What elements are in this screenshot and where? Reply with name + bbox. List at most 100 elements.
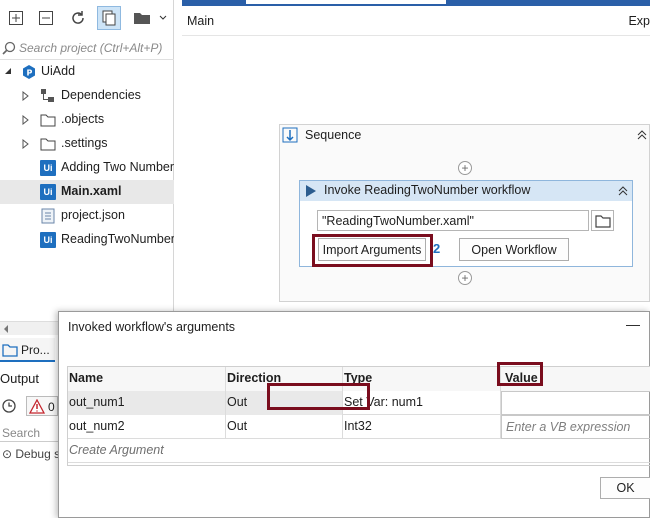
tab-project-label: Pro... [21, 343, 50, 357]
debug-line-text: Debug s [15, 447, 61, 461]
sequence-header: Sequence [280, 125, 649, 147]
json-file-icon [40, 208, 56, 224]
cell-text: out_num1 [69, 395, 125, 409]
create-argument-link[interactable]: Create Argument [69, 443, 164, 457]
output-toolbar: 0 [0, 396, 58, 418]
output-search-input[interactable]: Search [0, 426, 58, 442]
collapsed-arrow-icon[interactable] [22, 139, 30, 149]
column-header-label: Name [69, 371, 104, 385]
show-all-files-icon[interactable] [97, 6, 121, 30]
tree-item-dependencies[interactable]: Dependencies [0, 84, 174, 108]
folder-icon [2, 344, 18, 357]
search-placeholder: Search project (Ctrl+Alt+P) [19, 41, 163, 55]
column-header-name[interactable]: Name [68, 367, 226, 391]
highlight-value-column [497, 362, 543, 386]
refresh-icon[interactable] [66, 6, 90, 30]
project-icon: P [21, 64, 37, 80]
tree-item-label: UiAdd [41, 64, 76, 78]
tree-item-label: Main.xaml [61, 184, 122, 198]
clock-icon[interactable] [2, 399, 16, 413]
cell-direction[interactable]: Out [226, 415, 343, 439]
open-folder-icon[interactable] [130, 6, 154, 30]
browse-folder-button[interactable] [591, 210, 614, 231]
overflow-chevron-icon[interactable] [156, 6, 170, 30]
tree-item-label: project.json [61, 208, 125, 222]
open-workflow-label: Open Workflow [471, 243, 557, 257]
tree-item-label: ReadingTwoNumber. [61, 232, 174, 246]
collapsed-arrow-icon[interactable] [22, 115, 30, 125]
error-filter-button[interactable]: 0 [26, 396, 58, 416]
breadcrumb[interactable]: Main [187, 14, 214, 28]
cell-name[interactable]: out_num1 [68, 391, 226, 415]
cell-text: Out [227, 419, 248, 433]
workflow-file-icon: Ui [40, 184, 56, 200]
highlight-set-var [267, 383, 370, 410]
output-panel-title: Output [0, 371, 40, 386]
project-toolbar [0, 6, 174, 34]
scroll-left-icon[interactable] [3, 325, 9, 333]
cell-text: Int32 [344, 419, 372, 433]
error-count: 0 [48, 400, 55, 414]
active-tab-edge [246, 0, 446, 4]
highlight-import-arguments [312, 234, 433, 267]
value-expression-field[interactable] [501, 391, 650, 415]
workflow-file-path-field[interactable]: "ReadingTwoNumber.xaml" [317, 210, 589, 231]
add-activity-plus-icon[interactable]: + [458, 161, 472, 175]
tree-item-project-json[interactable]: project.json [0, 204, 174, 228]
tree-item-label: Adding Two Number. [61, 160, 174, 174]
collapsed-arrow-icon[interactable] [22, 91, 30, 101]
open-workflow-button[interactable]: Open Workflow [459, 238, 569, 261]
debug-icon: ⊙ [2, 447, 16, 461]
tree-item-label: Dependencies [61, 88, 141, 102]
collapse-chevron-icon[interactable] [617, 185, 629, 197]
minimize-button[interactable]: — [626, 316, 640, 332]
tree-item-label: .settings [61, 136, 108, 150]
folder-icon [40, 112, 56, 128]
tree-item-settings[interactable]: .settings [0, 132, 174, 156]
ok-button-label: OK [616, 481, 635, 495]
dependencies-icon [40, 88, 56, 104]
arguments-grid: Name Direction Type Value out_num1 Out S… [67, 366, 650, 466]
workflow-file-icon: Ui [40, 232, 56, 248]
cell-type[interactable]: Int32 [343, 415, 501, 439]
invoke-workflow-title: Invoke ReadingTwoNumber workflow [324, 183, 531, 197]
ok-button[interactable]: OK [600, 477, 650, 499]
search-icon [2, 41, 16, 55]
expand-all-icon[interactable] [4, 6, 28, 30]
cell-text: Out [227, 395, 248, 409]
output-search-placeholder: Search [2, 426, 41, 440]
tab-project[interactable]: Pro... [0, 338, 55, 362]
folder-icon [40, 136, 56, 152]
tree-item-main-xaml[interactable]: Ui Main.xaml [0, 180, 174, 204]
collapse-chevron-icon[interactable] [636, 129, 648, 141]
tree-item-adding-two-number[interactable]: Ui Adding Two Number. [0, 156, 174, 180]
error-icon [29, 399, 45, 414]
expanded-arrow-icon[interactable] [4, 67, 12, 75]
cell-text: out_num2 [69, 419, 125, 433]
workflow-file-icon: Ui [40, 160, 56, 176]
svg-text:P: P [27, 69, 33, 78]
arguments-count-badge: 2 [433, 241, 441, 256]
cell-name[interactable]: out_num2 [68, 415, 226, 439]
expand-all-link[interactable]: Exp [628, 14, 650, 28]
add-activity-plus-icon[interactable]: + [458, 271, 472, 285]
collapse-all-icon[interactable] [34, 6, 58, 30]
debug-output-line: ⊙ Debug s [2, 447, 60, 461]
invoke-play-icon [306, 185, 316, 197]
dialog-title: Invoked workflow's arguments [68, 320, 236, 334]
sequence-title: Sequence [305, 128, 362, 142]
folder-icon [595, 215, 611, 228]
tree-item-objects[interactable]: .objects [0, 108, 174, 132]
value-expression-field[interactable]: Enter a VB expression [501, 415, 650, 439]
project-search-input[interactable]: Search project (Ctrl+Alt+P) [0, 38, 174, 60]
expression-placeholder: Enter a VB expression [506, 420, 631, 434]
tree-item-label: .objects [61, 112, 105, 126]
tree-item-reading-two-number[interactable]: Ui ReadingTwoNumber. [0, 228, 174, 252]
table-row[interactable]: out_num2 Out Int32 Enter a VB expression [68, 415, 650, 439]
create-argument-row[interactable]: Create Argument [68, 439, 650, 463]
invoked-arguments-dialog: Invoked workflow's arguments — Name Dire… [58, 311, 650, 518]
workflow-file-path-value: "ReadingTwoNumber.xaml" [322, 214, 474, 228]
invoke-workflow-header: Invoke ReadingTwoNumber workflow [300, 181, 632, 201]
designer-breadcrumb-bar: Main Exp [182, 6, 650, 36]
tree-item-uiadd[interactable]: P UiAdd [0, 60, 174, 84]
